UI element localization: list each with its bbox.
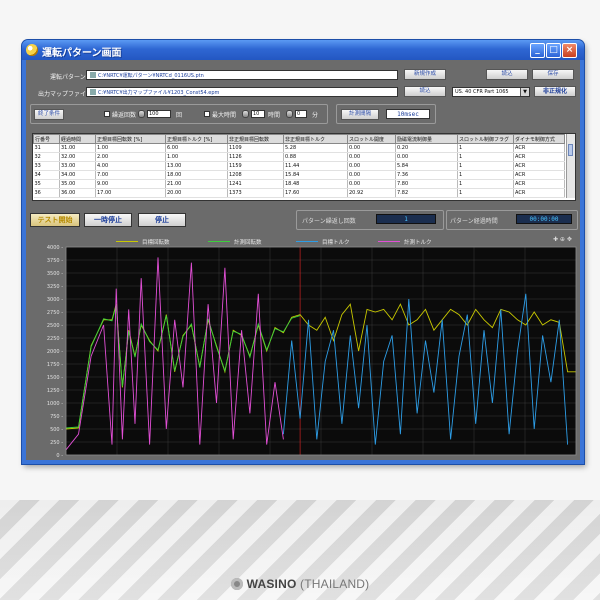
maximize-button[interactable]: □	[546, 43, 561, 58]
y-tick-label: 250 -	[50, 440, 63, 446]
y-tick-label: 3000 -	[47, 297, 63, 303]
brand-name: WASINO	[246, 577, 297, 591]
y-tick-label: 3500 -	[47, 271, 63, 277]
brand-footer: WASINO (THAILAND)	[0, 577, 600, 591]
y-tick-label: 4000 -	[47, 245, 63, 251]
y-tick-label: 1750 -	[47, 362, 63, 368]
y-tick-label: 3750 -	[47, 258, 63, 264]
window-title: 運転パターン画面	[42, 48, 122, 59]
y-tick-label: 3250 -	[47, 284, 63, 290]
time-series-chart: 4000 - 3750 - 3500 - 3250 - 3000 - 2750 - 2500…	[47, 245, 577, 459]
window-titlebar[interactable]: 運転パターン画面 _ □ ×	[22, 40, 584, 60]
y-tick-label: 2750 -	[47, 310, 63, 316]
y-tick-label: 0 -	[56, 453, 63, 459]
brand-region: (THAILAND)	[300, 577, 370, 591]
minimize-button[interactable]: _	[530, 43, 545, 58]
y-tick-label: 1500 -	[47, 375, 63, 381]
app-window: 運転パターン画面 _ □ × 運転パターン C:¥NRTC¥運転パターン¥NRT…	[22, 40, 584, 464]
y-tick-label: 1250 -	[47, 388, 63, 394]
y-tick-label: 750 -	[50, 414, 63, 420]
brand-logo-icon	[230, 578, 243, 590]
app-icon	[26, 44, 38, 56]
y-tick-label: 2250 -	[47, 336, 63, 342]
y-tick-label: 2000 -	[47, 349, 63, 355]
window-client-area: 運転パターン C:¥NRTC¥運転パターン¥NRTCd_0116US.ptn 新…	[26, 60, 580, 460]
y-tick-label: 2500 -	[47, 323, 63, 329]
close-button[interactable]: ×	[562, 43, 577, 58]
y-tick-label: 500 -	[50, 427, 63, 433]
y-tick-label: 1000 -	[47, 401, 63, 407]
